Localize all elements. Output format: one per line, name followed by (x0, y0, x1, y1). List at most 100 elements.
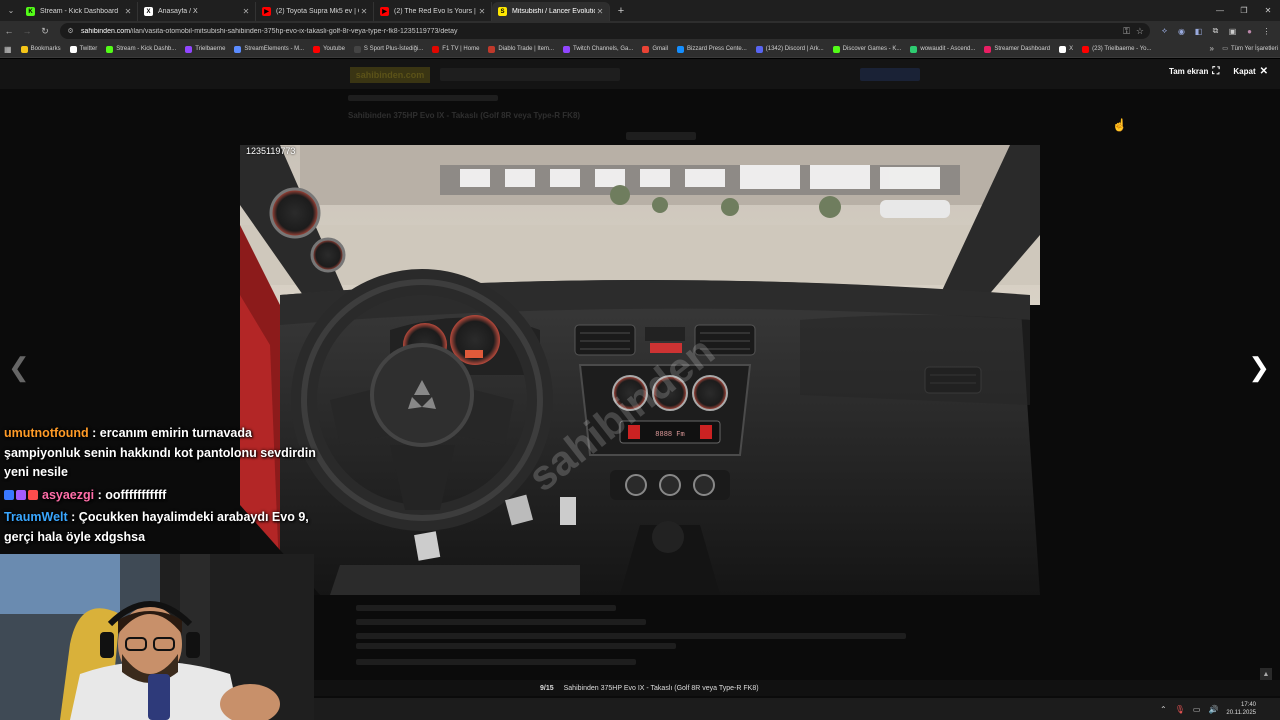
bookmark-favicon-icon (910, 45, 918, 53)
browser-tab[interactable]: X Anasayfa / X ✕ (138, 2, 256, 21)
bookmark-item[interactable]: F1 TV | Home (432, 45, 480, 53)
bookmark-favicon-icon (106, 45, 114, 53)
webcam-feed (0, 554, 314, 720)
description-shade (356, 619, 646, 625)
tab-close-icon[interactable]: ✕ (477, 7, 487, 16)
taskbar-clock[interactable]: 17:40 20.11.2025 (1226, 701, 1256, 717)
bookmark-item[interactable]: StreamElements - M... (234, 45, 305, 53)
bookmark-item[interactable]: Youtube (313, 45, 345, 53)
system-tray: ⌃ 🎙 ▭ 🔊 (1152, 705, 1218, 714)
screen: ⌄ K Stream - Kick Dashboard ✕ X Anasayfa / X… (0, 0, 1280, 720)
tab-close-icon[interactable]: ✕ (241, 7, 251, 16)
bookmark-item[interactable]: Streamer Dashboard (984, 45, 1050, 53)
extension-icon[interactable]: ⟡ (1156, 23, 1173, 40)
tab-close-icon[interactable]: ✕ (359, 7, 369, 16)
tab-title: (2) The Red Evo Is Yours | Lanc (394, 8, 477, 15)
photo-counter: 9/15 (540, 684, 554, 692)
bookmark-item[interactable]: Discover Games - K... (832, 45, 901, 53)
password-key-icon[interactable]: ⚿ (1123, 26, 1130, 37)
browser-tab-strip: ⌄ K Stream - Kick Dashboard ✕ X Anasayfa / X… (0, 0, 1280, 21)
all-bookmarks-label: Tüm Yer İşaretleri (1230, 45, 1278, 52)
bookmark-list: Bookmarks Twitter Stream - Kick Dashb... Tr… (20, 45, 1161, 53)
browser-tab[interactable]: ▶ (2) Toyota Supra Mk5 ev | Cine✕ (256, 2, 374, 21)
url-input[interactable]: ⚙ sahibinden.com/ilan/vasita-otomobil-mi… (60, 23, 1150, 39)
site-logo[interactable]: sahibinden.com (350, 67, 430, 83)
bookmark-label: X (1069, 46, 1074, 52)
fullscreen-label: Tam ekran (1168, 67, 1209, 76)
tab-close-icon[interactable]: ✕ (123, 7, 133, 16)
chevron-up-icon[interactable]: ⌃ (1160, 705, 1167, 714)
bookmark-item[interactable]: Bizzard Press Cente... (677, 45, 747, 53)
network-icon[interactable]: ▭ (1193, 705, 1201, 714)
listing-title: Sahibinden 375HP Evo IX - Takaslı (Golf … (348, 111, 581, 120)
bookmark-label: StreamElements - M... (244, 46, 305, 52)
bookmark-label: Twitch Channels, Ga... (573, 46, 634, 52)
tab-favicon-icon: S (498, 7, 507, 16)
more-bookmarks-icon[interactable]: » (1210, 44, 1214, 53)
stream-chat-overlay: umutnotfound : ercanım emirin turnavada … (0, 424, 320, 550)
bookmark-item[interactable]: Bookmarks (20, 45, 61, 53)
bookmark-item[interactable]: (1342) Discord | Ark... (755, 45, 824, 53)
microphone-icon[interactable]: 🎙 (1175, 705, 1185, 714)
volume-icon[interactable]: 🔊 (1208, 705, 1218, 714)
description-shade (356, 643, 676, 649)
window-controls: — ❐ ✕ (1208, 0, 1280, 21)
bookmark-item[interactable]: X (1059, 45, 1074, 53)
chat-text: : oofffffffffff (97, 487, 167, 502)
photo-listing-id: 1235119773 (246, 146, 296, 156)
profile-avatar-icon[interactable]: ● (1241, 23, 1258, 40)
apps-grid-icon[interactable]: ▦ (4, 45, 12, 54)
bookmark-label: (23) Trielbaerne - Yo... (1092, 46, 1152, 52)
car-interior-photo: 8888 Fm sahibinden (240, 145, 1040, 595)
browser-tab[interactable]: ▶ (2) The Red Evo Is Yours | Lanc✕ (374, 2, 492, 21)
browser-tab[interactable]: S Mitsubishi / Lancer Evolution /✕ (492, 2, 610, 21)
next-photo-arrow-icon[interactable]: ❯ (1248, 352, 1270, 383)
bookmark-star-icon[interactable]: ☆ (1136, 26, 1144, 37)
maximize-icon[interactable]: ❐ (1232, 0, 1256, 21)
fullscreen-button[interactable]: Tam ekran ⛶ (1169, 66, 1219, 77)
all-bookmarks-button[interactable]: ▭ Tüm Yer İşaretleri (1222, 45, 1278, 53)
site-info-icon[interactable]: ⚙ (66, 27, 75, 36)
price-shade (626, 132, 696, 140)
kebab-menu-icon[interactable]: ⋮ (1258, 23, 1275, 40)
bookmark-label: S Sport Plus-İstediği... (363, 46, 424, 52)
bookmark-item[interactable]: Trielbaerne (185, 45, 226, 53)
close-viewer-button[interactable]: Kapat ✕ (1233, 66, 1268, 77)
bookmark-item[interactable]: Gmail (642, 45, 668, 53)
extension-icon[interactable]: ◧ (1190, 23, 1207, 40)
forward-icon[interactable]: → (18, 22, 36, 40)
previous-photo-arrow-icon[interactable]: ❮ (8, 352, 30, 383)
close-window-icon[interactable]: ✕ (1256, 0, 1280, 21)
close-icon: ✕ (1259, 66, 1268, 77)
folder-icon: ▭ (1222, 46, 1228, 52)
tab-close-icon[interactable]: ✕ (595, 7, 605, 16)
bookmark-item[interactable]: Twitter (69, 45, 97, 53)
bookmark-favicon-icon (832, 45, 840, 53)
bookmark-item[interactable]: wowaudit - Ascend... (910, 45, 975, 53)
reload-icon[interactable]: ↻ (36, 22, 54, 40)
tab-list: K Stream - Kick Dashboard ✕ X Anasayfa / X ✕ ▶… (20, 0, 610, 21)
minimize-icon[interactable]: — (1208, 0, 1232, 21)
bookmark-item[interactable]: Diablo Trade | Item... (488, 45, 554, 53)
tab-favicon-icon: X (144, 7, 153, 16)
bookmark-label: Trielbaerne (195, 46, 226, 52)
puzzle-icon[interactable]: ⧉ (1207, 23, 1224, 40)
bookmark-item[interactable]: (23) Trielbaerne - Yo... (1082, 45, 1152, 53)
bookmark-item[interactable]: S Sport Plus-İstediği... (353, 45, 424, 53)
bookmark-item[interactable]: Stream - Kick Dashb... (106, 45, 177, 53)
tab-search-icon[interactable]: ⌄ (2, 2, 20, 20)
photo-caption-bar: 9/15 Sahibinden 375HP Evo IX - Takaslı (… (314, 680, 1280, 696)
bookmark-favicon-icon (488, 45, 496, 53)
bookmark-favicon-icon (432, 45, 440, 53)
browser-tab[interactable]: K Stream - Kick Dashboard ✕ (20, 2, 138, 21)
scroll-to-top-icon[interactable]: ▲ (1260, 668, 1272, 680)
extension-icon[interactable]: ◉ (1173, 23, 1190, 40)
new-tab-button[interactable]: + (612, 5, 630, 17)
badge-icon (4, 490, 14, 501)
bookmark-label: F1 TV | Home (442, 46, 480, 52)
back-icon[interactable]: ← (0, 22, 18, 40)
bookmark-item[interactable]: Twitch Channels, Ga... (563, 45, 634, 53)
bookmark-label: (1342) Discord | Ark... (765, 46, 824, 52)
sidebar-icon[interactable]: ▣ (1224, 23, 1241, 40)
bookmark-label: Stream - Kick Dashb... (116, 46, 177, 52)
